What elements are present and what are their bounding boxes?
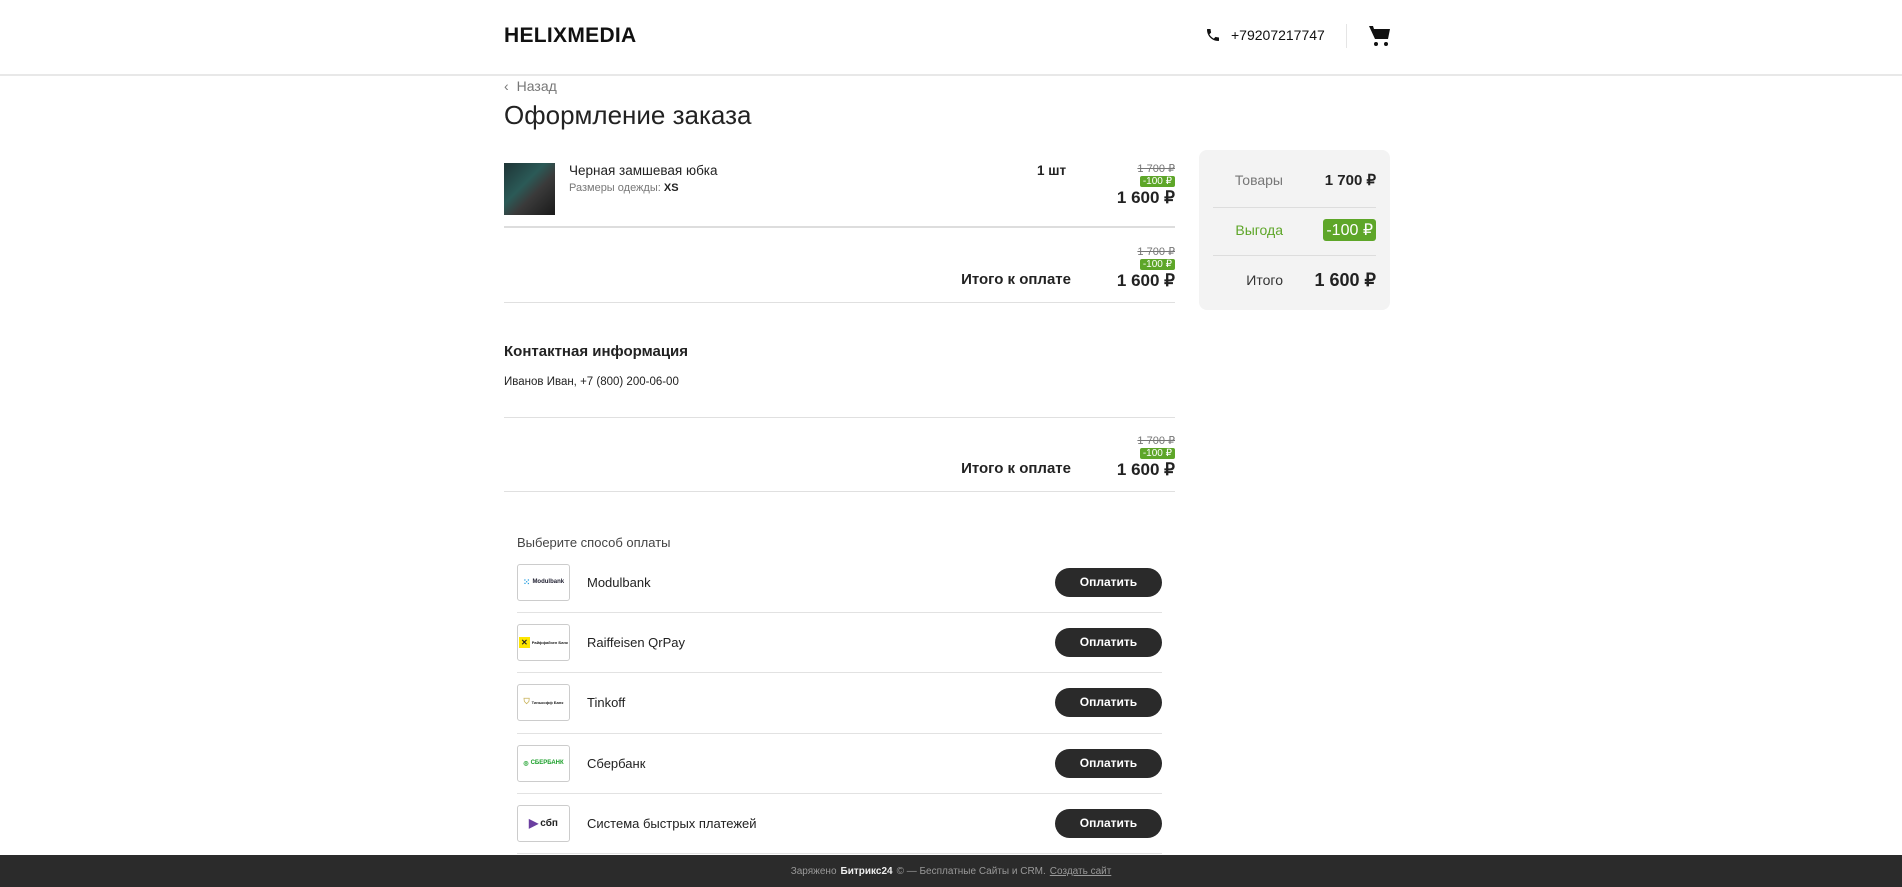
product-image[interactable] (504, 163, 555, 215)
old-price: 1 700 ₽ (1137, 246, 1175, 258)
benefit-value: -100 ₽ (1323, 219, 1376, 241)
create-site-link[interactable]: Создать сайт (1050, 866, 1112, 877)
sbp-logo: ▶ сбп (517, 804, 570, 842)
phone-link[interactable]: +79207217747 (1205, 27, 1325, 43)
old-price: 1 700 ₽ (1137, 435, 1175, 447)
payment-method-name: Система быстрых платежей (587, 815, 757, 831)
total-value: 1 600 ₽ (1314, 269, 1377, 290)
total-label: Итого к оплате (961, 460, 1071, 477)
goods-label: Товары (1234, 172, 1283, 188)
product-quantity: 1 шт (1037, 163, 1067, 178)
payment-method-name: Modulbank (587, 574, 651, 590)
payment-method-name: Tinkoff (587, 694, 626, 710)
cart-icon (1369, 26, 1390, 46)
current-price: 1 600 ₽ (1116, 188, 1175, 207)
cart-button[interactable] (1368, 24, 1392, 53)
payment-method-name: Сбербанк (587, 755, 646, 771)
divider (517, 853, 1162, 854)
divider (504, 491, 1175, 492)
payment-method-sbp: ▶ сбп Система быстрых платежей Оплатить (517, 793, 1162, 853)
product-name[interactable]: Черная замшевая юбка (569, 163, 718, 178)
current-price: 1 600 ₽ (1116, 271, 1175, 290)
product-price: 1 700 ₽ -100 ₽ 1 600 ₽ (1117, 162, 1175, 208)
header-divider (1346, 24, 1347, 48)
discount-badge: -100 ₽ (1139, 176, 1175, 187)
raiffeisen-logo: ✕ Райффайзен Банк (517, 623, 570, 661)
site-footer: Заряжено Битрикс24 © — Бесплатные Сайты … (0, 855, 1902, 887)
payment-method-name: Raiffeisen QrPay (587, 634, 686, 650)
pay-button[interactable]: Оплатить (1055, 808, 1162, 838)
product-property: Размеры одежды: XS (569, 182, 679, 194)
pay-button[interactable]: Оплатить (1055, 567, 1162, 597)
page-title: Оформление заказа (504, 100, 752, 130)
divider (504, 417, 1175, 418)
payment-method-modulbank: ⁙ Modulbank Modulbank Оплатить (517, 552, 1162, 612)
benefit-label: Выгода (1235, 222, 1283, 238)
property-value: XS (663, 182, 679, 194)
divider (504, 302, 1175, 303)
payment-method-sberbank: ◎ СБЕРБАНК Сбербанк Оплатить (517, 733, 1162, 793)
footer-prefix: Заряжено (790, 865, 837, 877)
back-label: Назад (516, 78, 557, 94)
pay-button[interactable]: Оплатить (1055, 687, 1162, 717)
total-price: 1 700 ₽ -100 ₽ 1 600 ₽ (1117, 245, 1175, 291)
footer-suffix: © — Бесплатные Сайты и CRM. (896, 865, 1046, 877)
site-header: HELIXMEDIA +79207217747 (0, 0, 1902, 76)
discount-badge: -100 ₽ (1139, 448, 1175, 459)
divider (504, 226, 1175, 228)
tinkoff-logo: ⛉ Тинькофф Банк (517, 683, 570, 721)
modulbank-logo: ⁙ Modulbank (517, 563, 570, 601)
property-label: Размеры одежды: (569, 182, 661, 194)
total-price: 1 700 ₽ -100 ₽ 1 600 ₽ (1117, 434, 1175, 480)
total-label: Итого (1246, 272, 1283, 288)
current-price: 1 600 ₽ (1116, 460, 1175, 479)
contact-text: Иванов Иван, +7 (800) 200-06-00 (504, 376, 679, 388)
old-price: 1 700 ₽ (1137, 163, 1175, 175)
payment-method-raiffeisen: ✕ Райффайзен Банк Raiffeisen QrPay Оплати… (517, 612, 1162, 672)
order-summary: Товары 1 700 ₽ Выгода -100 ₽ Итого 1 600 ₽ (1199, 150, 1390, 310)
pay-button[interactable]: Оплатить (1055, 627, 1162, 657)
sberbank-logo: ◎ СБЕРБАНК (517, 744, 570, 782)
phone-number: +79207217747 (1231, 27, 1325, 43)
footer-brand: Битрикс24 (840, 865, 893, 877)
payment-heading: Выберите способ оплаты (517, 535, 671, 550)
pay-button[interactable]: Оплатить (1055, 748, 1162, 778)
goods-value: 1 700 ₽ (1324, 172, 1376, 189)
discount-badge: -100 ₽ (1139, 259, 1175, 270)
payment-method-tinkoff: ⛉ Тинькофф Банк Tinkoff Оплатить (517, 672, 1162, 732)
phone-icon (1207, 29, 1219, 41)
chevron-left-icon: ‹ (504, 78, 509, 94)
site-logo[interactable]: HELIXMEDIA (504, 24, 637, 48)
back-link[interactable]: ‹ Назад (504, 78, 557, 94)
contact-heading: Контактная информация (504, 343, 689, 360)
total-label: Итого к оплате (961, 271, 1071, 288)
